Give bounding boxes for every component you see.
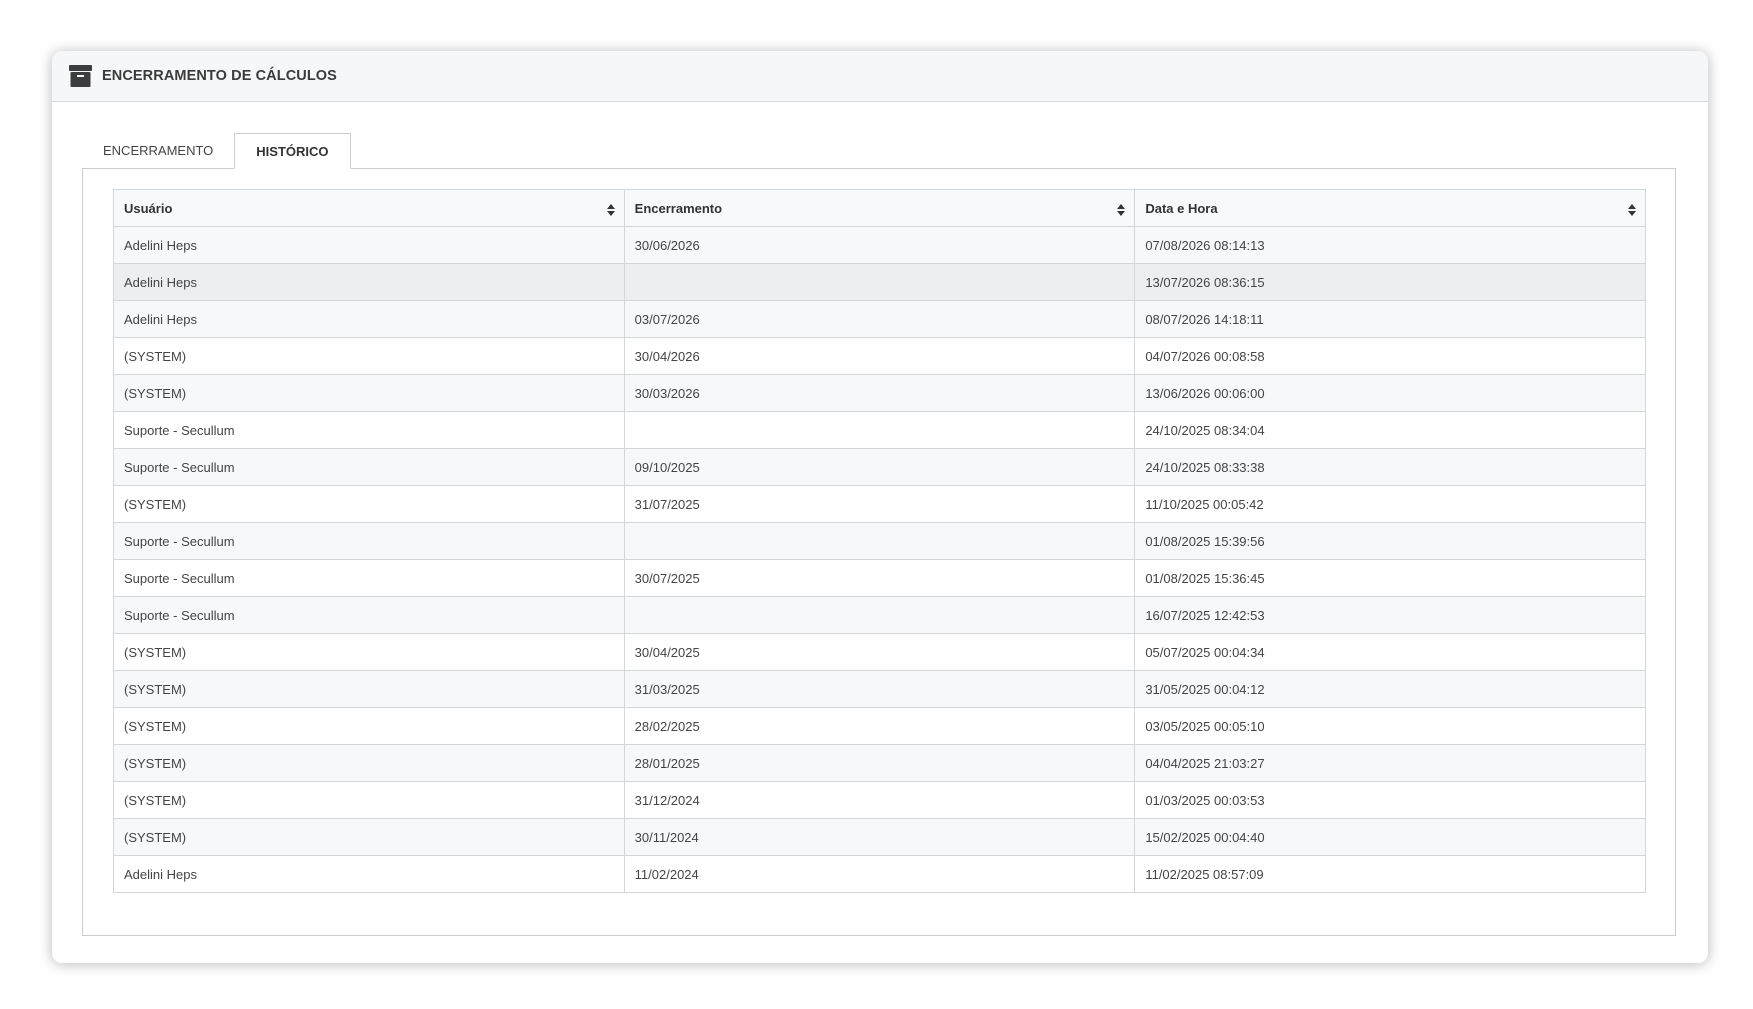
table-row[interactable]: (SYSTEM) 30/11/2024 15/02/2025 00:04:40 — [113, 818, 1646, 856]
cell-closing: 11/02/2024 — [623, 855, 1136, 893]
cell-user: Adelini Heps — [113, 226, 625, 264]
column-header-usuario[interactable]: Usuário — [113, 189, 625, 227]
cell-datetime: 01/03/2025 00:03:53 — [1134, 781, 1646, 819]
cell-user: Suporte - Secullum — [113, 522, 625, 560]
cell-user: Suporte - Secullum — [113, 559, 625, 597]
column-header-data-hora[interactable]: Data e Hora — [1134, 189, 1646, 227]
column-header-label: Encerramento — [634, 200, 723, 216]
panel-title: ENCERRAMENTO DE CÁLCULOS — [102, 68, 337, 84]
archive-icon — [69, 65, 92, 87]
cell-user: Suporte - Secullum — [113, 411, 625, 449]
cell-datetime: 24/10/2025 08:33:38 — [1134, 448, 1646, 486]
cell-closing: 30/07/2025 — [623, 559, 1136, 597]
cell-datetime: 07/08/2026 08:14:13 — [1134, 226, 1646, 264]
cell-user: (SYSTEM) — [113, 707, 625, 745]
table-row[interactable]: (SYSTEM) 28/02/2025 03/05/2025 00:05:10 — [113, 707, 1646, 745]
table-row[interactable]: (SYSTEM) 28/01/2025 04/04/2025 21:03:27 — [113, 744, 1646, 782]
cell-closing: 30/04/2025 — [623, 633, 1136, 671]
cell-user: (SYSTEM) — [113, 781, 625, 819]
cell-closing: 28/01/2025 — [623, 744, 1136, 782]
table-row[interactable]: Adelini Heps 30/06/2026 07/08/2026 08:14:1… — [113, 226, 1646, 264]
table-row[interactable]: Suporte - Secullum 01/08/2025 15:39:56 — [113, 522, 1646, 560]
tab-historico[interactable]: HISTÓRICO — [234, 133, 351, 169]
cell-datetime: 01/08/2025 15:36:45 — [1134, 559, 1646, 597]
cell-user: (SYSTEM) — [113, 670, 625, 708]
cell-closing: 31/03/2025 — [623, 670, 1136, 708]
table-row[interactable]: (SYSTEM) 30/04/2026 04/07/2026 00:08:58 — [113, 337, 1646, 375]
cell-datetime: 13/06/2026 00:06:00 — [1134, 374, 1646, 412]
cell-closing: 03/07/2026 — [623, 300, 1136, 338]
cell-user: (SYSTEM) — [113, 374, 625, 412]
cell-datetime: 16/07/2025 12:42:53 — [1134, 596, 1646, 634]
cell-user: Adelini Heps — [113, 300, 625, 338]
cell-closing: 28/02/2025 — [623, 707, 1136, 745]
cell-datetime: 08/07/2026 14:18:11 — [1134, 300, 1646, 338]
cell-closing: 30/11/2024 — [623, 818, 1136, 856]
table-header-row: Usuário Encerramento Data e Hora — [113, 189, 1646, 227]
column-header-label: Usuário — [124, 200, 173, 216]
cell-closing — [623, 522, 1136, 560]
table-row[interactable]: Suporte - Secullum 24/10/2025 08:34:04 — [113, 411, 1646, 449]
cell-closing: 30/04/2026 — [623, 337, 1136, 375]
cell-datetime: 13/07/2026 08:36:15 — [1134, 263, 1646, 301]
table-row[interactable]: Suporte - Secullum 16/07/2025 12:42:53 — [113, 596, 1646, 634]
sort-icon[interactable] — [1627, 203, 1637, 217]
history-table: Usuário Encerramento Data e Hora Adelini… — [113, 189, 1646, 893]
cell-datetime: 05/07/2025 00:04:34 — [1134, 633, 1646, 671]
table-row[interactable]: Suporte - Secullum 09/10/2025 24/10/2025 0… — [113, 448, 1646, 486]
table-row[interactable]: Adelini Heps 13/07/2026 08:36:15 — [113, 263, 1646, 301]
column-header-label: Data e Hora — [1145, 200, 1218, 216]
column-header-encerramento[interactable]: Encerramento — [623, 189, 1136, 227]
tab-encerramento[interactable]: ENCERRAMENTO — [82, 133, 234, 168]
cell-user: (SYSTEM) — [113, 337, 625, 375]
cell-datetime: 24/10/2025 08:34:04 — [1134, 411, 1646, 449]
sort-icon[interactable] — [1116, 203, 1126, 217]
cell-datetime: 04/07/2026 00:08:58 — [1134, 337, 1646, 375]
cell-datetime: 11/02/2025 08:57:09 — [1134, 855, 1646, 893]
cell-closing: 30/03/2026 — [623, 374, 1136, 412]
cell-closing: 31/07/2025 — [623, 485, 1136, 523]
tab-bar: ENCERRAMENTO HISTÓRICO — [82, 133, 351, 169]
table-row[interactable]: (SYSTEM) 31/12/2024 01/03/2025 00:03:53 — [113, 781, 1646, 819]
cell-user: Adelini Heps — [113, 263, 625, 301]
cell-user: Suporte - Secullum — [113, 596, 625, 634]
cell-user: Suporte - Secullum — [113, 448, 625, 486]
cell-closing: 30/06/2026 — [623, 226, 1136, 264]
cell-closing — [623, 263, 1136, 301]
cell-datetime: 11/10/2025 00:05:42 — [1134, 485, 1646, 523]
cell-closing — [623, 596, 1136, 634]
sort-icon[interactable] — [606, 203, 616, 217]
tab-content-historico: Usuário Encerramento Data e Hora Adelini… — [82, 168, 1676, 936]
history-table-body: Adelini Heps 30/06/2026 07/08/2026 08:14:1… — [113, 226, 1646, 893]
cell-user: (SYSTEM) — [113, 633, 625, 671]
table-row[interactable]: (SYSTEM) 30/04/2025 05/07/2025 00:04:34 — [113, 633, 1646, 671]
table-row[interactable]: (SYSTEM) 31/07/2025 11/10/2025 00:05:42 — [113, 485, 1646, 523]
cell-user: (SYSTEM) — [113, 744, 625, 782]
closing-panel: ENCERRAMENTO DE CÁLCULOS ENCERRAMENTO HI… — [52, 51, 1708, 963]
table-row[interactable]: Suporte - Secullum 30/07/2025 01/08/2025 1… — [113, 559, 1646, 597]
table-row[interactable]: Adelini Heps 11/02/2024 11/02/2025 08:57:0… — [113, 855, 1646, 893]
cell-datetime: 03/05/2025 00:05:10 — [1134, 707, 1646, 745]
panel-header: ENCERRAMENTO DE CÁLCULOS — [52, 51, 1708, 102]
cell-user: Adelini Heps — [113, 855, 625, 893]
cell-closing: 09/10/2025 — [623, 448, 1136, 486]
cell-datetime: 31/05/2025 00:04:12 — [1134, 670, 1646, 708]
cell-closing: 31/12/2024 — [623, 781, 1136, 819]
cell-user: (SYSTEM) — [113, 485, 625, 523]
table-row[interactable]: (SYSTEM) 31/03/2025 31/05/2025 00:04:12 — [113, 670, 1646, 708]
table-row[interactable]: Adelini Heps 03/07/2026 08/07/2026 14:18:1… — [113, 300, 1646, 338]
table-row[interactable]: (SYSTEM) 30/03/2026 13/06/2026 00:06:00 — [113, 374, 1646, 412]
cell-datetime: 01/08/2025 15:39:56 — [1134, 522, 1646, 560]
cell-datetime: 15/02/2025 00:04:40 — [1134, 818, 1646, 856]
cell-datetime: 04/04/2025 21:03:27 — [1134, 744, 1646, 782]
cell-closing — [623, 411, 1136, 449]
cell-user: (SYSTEM) — [113, 818, 625, 856]
